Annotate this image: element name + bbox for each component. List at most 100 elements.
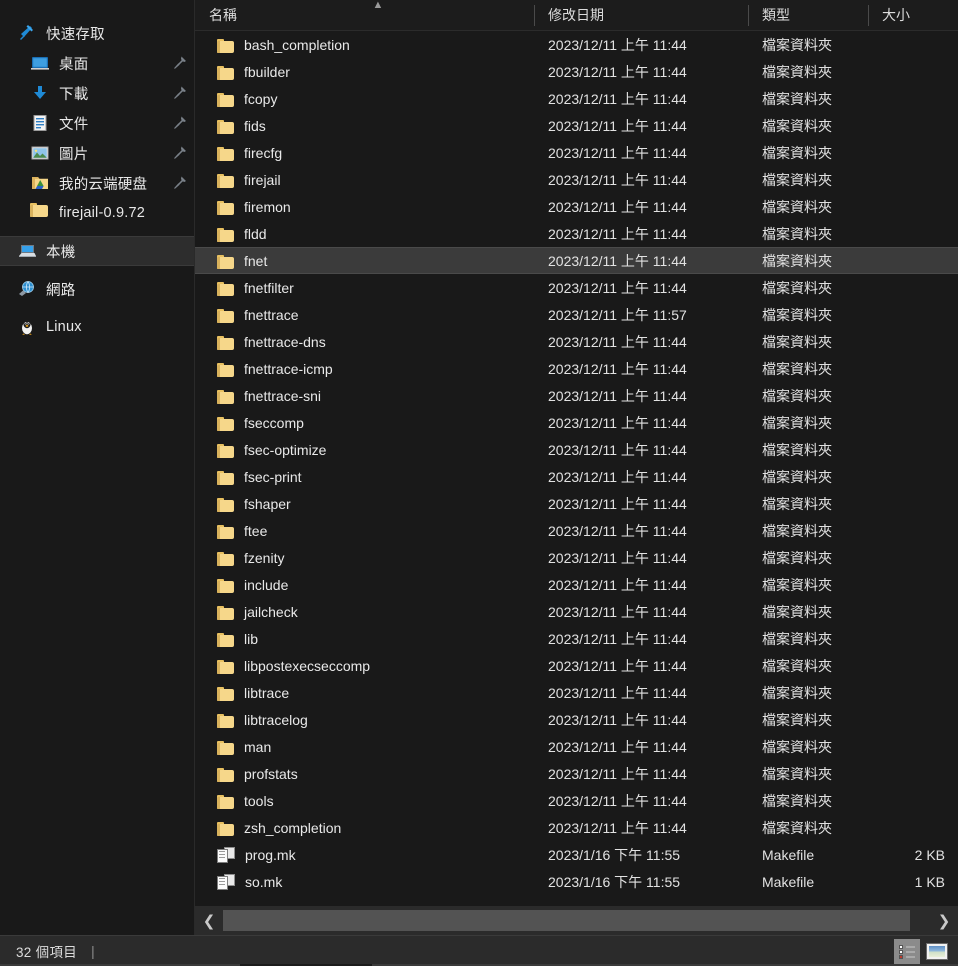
scrollbar-track[interactable] [223,906,930,935]
sidebar-item-documents[interactable]: 文件 [0,108,194,138]
sidebar-item-label: 網路 [46,282,76,299]
table-row[interactable]: fsec-optimize 2023/12/11 上午 11:44 檔案資料夾 [195,436,958,463]
file-type-label: 檔案資料夾 [762,198,832,215]
table-row[interactable]: fnet 2023/12/11 上午 11:44 檔案資料夾 [195,247,958,274]
sidebar-item-firejail[interactable]: firejail-0.9.72 [0,198,194,228]
table-row[interactable]: fnettrace-sni 2023/12/11 上午 11:44 檔案資料夾 [195,382,958,409]
file-date-label: 2023/12/11 上午 11:44 [548,117,687,134]
scroll-left-icon[interactable]: ❮ [195,906,223,935]
table-row[interactable]: zsh_completion 2023/12/11 上午 11:44 檔案資料夾 [195,814,958,841]
table-row[interactable]: fzenity 2023/12/11 上午 11:44 檔案資料夾 [195,544,958,571]
pin-icon[interactable] [172,55,188,71]
table-row[interactable]: bash_completion 2023/12/11 上午 11:44 檔案資料夾 [195,31,958,58]
file-date-label: 2023/12/11 上午 11:44 [548,576,687,593]
star-pin-icon [17,23,37,43]
makefile-document-icon [217,873,235,890]
file-size-label [868,787,958,814]
table-row[interactable]: fbuilder 2023/12/11 上午 11:44 檔案資料夾 [195,58,958,85]
scroll-right-icon[interactable]: ❯ [930,906,958,935]
horizontal-scrollbar[interactable]: ❮ ❯ [195,906,958,935]
table-row[interactable]: libtrace 2023/12/11 上午 11:44 檔案資料夾 [195,679,958,706]
scrollbar-thumb[interactable] [223,910,910,931]
sidebar-item-this-pc[interactable]: 本機 [0,236,194,266]
table-row[interactable]: libpostexecseccomp 2023/12/11 上午 11:44 檔案資… [195,652,958,679]
table-row[interactable]: libtracelog 2023/12/11 上午 11:44 檔案資料夾 [195,706,958,733]
table-row[interactable]: profstats 2023/12/11 上午 11:44 檔案資料夾 [195,760,958,787]
table-row[interactable]: fids 2023/12/11 上午 11:44 檔案資料夾 [195,112,958,139]
table-row[interactable]: fnetfilter 2023/12/11 上午 11:44 檔案資料夾 [195,274,958,301]
file-name-label: jailcheck [244,603,298,620]
table-row[interactable]: include 2023/12/11 上午 11:44 檔案資料夾 [195,571,958,598]
table-row[interactable]: firejail 2023/12/11 上午 11:44 檔案資料夾 [195,166,958,193]
table-row[interactable]: man 2023/12/11 上午 11:44 檔案資料夾 [195,733,958,760]
sidebar-item-desktop[interactable]: 桌面 [0,48,194,78]
file-size-label [868,436,958,463]
navigation-sidebar[interactable]: 快速存取 桌面 下載 文件 圖片 我的云端硬盘 firejail-0.9.72 … [0,0,195,935]
table-row[interactable]: fnettrace-dns 2023/12/11 上午 11:44 檔案資料夾 [195,328,958,355]
folder-icon [217,444,234,458]
file-size-label [868,598,958,625]
table-row[interactable]: tools 2023/12/11 上午 11:44 檔案資料夾 [195,787,958,814]
file-type-label: 檔案資料夾 [762,549,832,566]
file-size-label: 2 KB [914,846,945,863]
sidebar-item-linux[interactable]: Linux [0,312,194,342]
table-row[interactable]: prog.mk 2023/1/16 下午 11:55 Makefile 2 KB [195,841,958,868]
file-name-label: tools [244,792,274,809]
folder-icon [217,282,234,296]
table-row[interactable]: so.mk 2023/1/16 下午 11:55 Makefile 1 KB [195,868,958,895]
table-row[interactable]: firemon 2023/12/11 上午 11:44 檔案資料夾 [195,193,958,220]
table-row[interactable]: fcopy 2023/12/11 上午 11:44 檔案資料夾 [195,85,958,112]
table-row[interactable]: fldd 2023/12/11 上午 11:44 檔案資料夾 [195,220,958,247]
cell-name: firemon [195,193,534,220]
table-row[interactable]: fshaper 2023/12/11 上午 11:44 檔案資料夾 [195,490,958,517]
view-mode-buttons[interactable] [894,936,950,966]
file-name-label: man [244,738,272,755]
sidebar-item-network[interactable]: 網路 [0,274,194,304]
column-header-size[interactable]: 大小 [868,0,958,31]
pin-icon[interactable] [172,175,188,191]
file-list[interactable]: bash_completion 2023/12/11 上午 11:44 檔案資料夾 f… [195,31,958,905]
table-row[interactable]: ftee 2023/12/11 上午 11:44 檔案資料夾 [195,517,958,544]
table-row[interactable]: jailcheck 2023/12/11 上午 11:44 檔案資料夾 [195,598,958,625]
pin-icon[interactable] [172,145,188,161]
download-arrow-icon [30,83,50,103]
file-size-label [868,463,958,490]
file-size-label [868,301,958,328]
table-row[interactable]: firecfg 2023/12/11 上午 11:44 檔案資料夾 [195,139,958,166]
column-header-date[interactable]: 修改日期 [534,0,748,31]
table-row[interactable]: fsec-print 2023/12/11 上午 11:44 檔案資料夾 [195,463,958,490]
column-header-name[interactable]: ▲ 名稱 [195,0,534,31]
table-row[interactable]: fnettrace 2023/12/11 上午 11:57 檔案資料夾 [195,301,958,328]
sidebar-item-label: 本機 [46,244,76,261]
column-header-type[interactable]: 類型 [748,0,868,31]
file-type-label: 檔案資料夾 [762,630,832,647]
file-name-label: zsh_completion [244,819,342,836]
file-size-label [868,112,958,139]
sidebar-item-quick-access[interactable]: 快速存取 [0,18,194,48]
pin-icon[interactable] [172,115,188,131]
file-size-label [868,193,958,220]
sidebar-item-google-drive[interactable]: 我的云端硬盘 [0,168,194,198]
folder-icon [217,741,234,755]
file-type-label: 檔案資料夾 [762,495,832,512]
column-header-label: 大小 [882,7,910,23]
cell-name: ftee [195,517,534,544]
sidebar-item-downloads[interactable]: 下載 [0,78,194,108]
table-row[interactable]: fnettrace-icmp 2023/12/11 上午 11:44 檔案資料夾 [195,355,958,382]
pin-icon[interactable] [172,85,188,101]
table-row[interactable]: lib 2023/12/11 上午 11:44 檔案資料夾 [195,625,958,652]
cell-name: firecfg [195,139,534,166]
table-row[interactable]: fseccomp 2023/12/11 上午 11:44 檔案資料夾 [195,409,958,436]
desktop-icon [30,53,50,73]
sidebar-item-pictures[interactable]: 圖片 [0,138,194,168]
file-list-pane: ▲ 名稱 修改日期 類型 大小 bash_completion 2023/12/1… [195,0,958,935]
file-date-label: 2023/12/11 上午 11:44 [548,333,687,350]
file-name-label: fids [244,117,266,134]
file-date-label: 2023/12/11 上午 11:44 [548,144,687,161]
file-type-label: 檔案資料夾 [762,711,832,728]
details-view-button[interactable] [894,938,920,965]
folder-icon [217,633,234,647]
thumbnails-view-button[interactable] [924,939,950,965]
file-date-label: 2023/12/11 上午 11:44 [548,603,687,620]
